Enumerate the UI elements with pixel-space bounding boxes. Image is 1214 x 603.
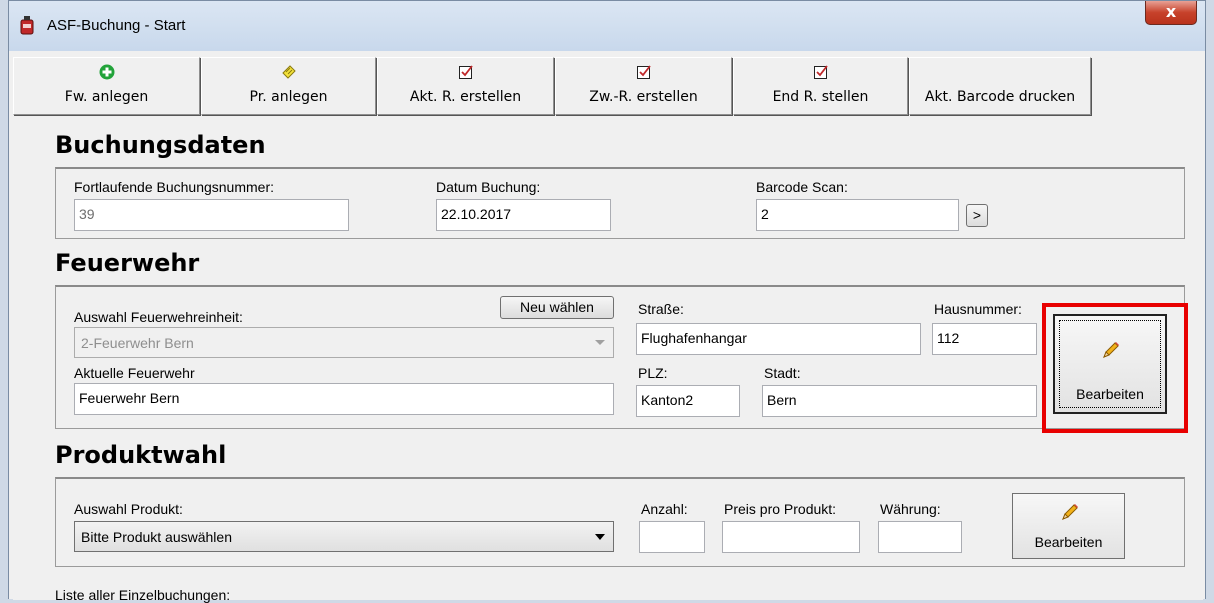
pr-anlegen-label: Pr. anlegen <box>249 89 328 105</box>
fire-extinguisher-icon <box>20 16 34 35</box>
liste-einzelbuchungen-label: Liste aller Einzelbuchungen: <box>55 587 231 603</box>
title-bar[interactable]: ASF-Buchung - Start x <box>9 1 1205 51</box>
content-area: Buchungsdaten Fortlaufende Buchungsnumme… <box>13 119 1203 603</box>
produkt-bearbeiten-label: Bearbeiten <box>1034 534 1103 550</box>
datum-buchung-label: Datum Buchung: <box>436 179 541 195</box>
window-title: ASF-Buchung - Start <box>47 17 186 34</box>
strasse-field[interactable]: Flughafenhangar <box>636 323 921 355</box>
pencil-icon <box>1061 504 1078 520</box>
buchungsnummer-field[interactable]: 39 <box>74 199 349 231</box>
buchungsnummer-label: Fortlaufende Buchungsnummer: <box>74 179 274 195</box>
feuerwehreinheit-value: 2-Feuerwehr Bern <box>81 335 194 351</box>
hausnummer-label: Hausnummer: <box>934 301 1022 317</box>
waehrung-field[interactable] <box>878 521 962 553</box>
produktwahl-group: Auswahl Produkt: Bitte Produkt auswählen… <box>55 477 1185 567</box>
buchungsdaten-group: Fortlaufende Buchungsnummer: 39 Datum Bu… <box>55 167 1185 239</box>
zw-r-erstellen-button[interactable]: Zw.-R. erstellen <box>555 57 732 115</box>
green-plus-icon <box>99 64 114 80</box>
end-r-stellen-label: End R. stellen <box>772 89 869 105</box>
barcode-scan-label: Barcode Scan: <box>756 179 848 195</box>
auswahl-feuerwehreinheit-label: Auswahl Feuerwehreinheit: <box>74 309 243 325</box>
end-r-stellen-button[interactable]: End R. stellen <box>733 57 908 115</box>
aktuelle-feuerwehr-label: Aktuelle Feuerwehr <box>74 365 195 381</box>
produkt-select-value: Bitte Produkt auswählen <box>81 529 232 545</box>
barcode-scan-field[interactable]: 2 <box>756 199 959 231</box>
fw-anlegen-button[interactable]: Fw. anlegen <box>13 57 200 115</box>
zw-r-erstellen-label: Zw.-R. erstellen <box>589 89 698 105</box>
checkbox-icon <box>813 65 828 79</box>
toolbar: Fw. anlegen Pr. anlegen Akt. R. erstelle… <box>13 55 1203 119</box>
akt-barcode-drucken-button[interactable]: Akt. Barcode drucken <box>909 57 1091 115</box>
feuerwehr-bearbeiten-label: Bearbeiten <box>1076 386 1144 402</box>
notepad-icon <box>281 65 296 79</box>
barcode-go-button[interactable]: > <box>966 204 988 227</box>
pr-anlegen-button[interactable]: Pr. anlegen <box>201 57 376 115</box>
close-button[interactable]: x <box>1145 1 1197 25</box>
feuerwehr-title: Feuerwehr <box>55 249 200 277</box>
waehrung-label: Währung: <box>880 501 941 517</box>
produkt-select[interactable]: Bitte Produkt auswählen <box>74 521 614 552</box>
feuerwehr-group: Auswahl Feuerwehreinheit: Neu wählen 2-F… <box>55 285 1185 429</box>
chevron-down-icon <box>595 534 605 540</box>
stadt-field[interactable]: Bern <box>762 385 1037 417</box>
buchungsdaten-title: Buchungsdaten <box>55 131 266 159</box>
preis-field[interactable] <box>722 521 860 553</box>
produkt-bearbeiten-button[interactable]: Bearbeiten <box>1012 493 1125 559</box>
plz-field[interactable]: Kanton2 <box>636 385 740 417</box>
pencil-icon <box>1103 342 1119 358</box>
anzahl-field[interactable] <box>639 521 705 553</box>
main-window: ASF-Buchung - Start x Fw. anlegen Pr. an… <box>8 0 1206 603</box>
akt-r-erstellen-button[interactable]: Akt. R. erstellen <box>377 57 554 115</box>
stadt-label: Stadt: <box>764 365 801 381</box>
feuerwehr-bearbeiten-button[interactable]: Bearbeiten <box>1053 314 1167 414</box>
chevron-down-icon <box>595 340 605 345</box>
anzahl-label: Anzahl: <box>641 501 688 517</box>
preis-label: Preis pro Produkt: <box>724 501 837 517</box>
aktuelle-feuerwehr-field[interactable]: Feuerwehr Bern <box>74 383 614 415</box>
neu-waehlen-button[interactable]: Neu wählen <box>500 296 614 319</box>
akt-barcode-drucken-label: Akt. Barcode drucken <box>924 89 1076 105</box>
checkbox-icon <box>458 65 473 79</box>
fw-anlegen-label: Fw. anlegen <box>64 89 149 105</box>
auswahl-produkt-label: Auswahl Produkt: <box>74 501 183 517</box>
akt-r-erstellen-label: Akt. R. erstellen <box>409 89 522 105</box>
checkbox-icon <box>636 65 651 79</box>
plz-label: PLZ: <box>638 365 668 381</box>
hausnummer-field[interactable]: 112 <box>932 323 1037 355</box>
produktwahl-title: Produktwahl <box>55 441 227 469</box>
feuerwehreinheit-select[interactable]: 2-Feuerwehr Bern <box>74 327 614 358</box>
datum-buchung-field[interactable]: 22.10.2017 <box>436 199 611 231</box>
strasse-label: Straße: <box>638 301 684 317</box>
